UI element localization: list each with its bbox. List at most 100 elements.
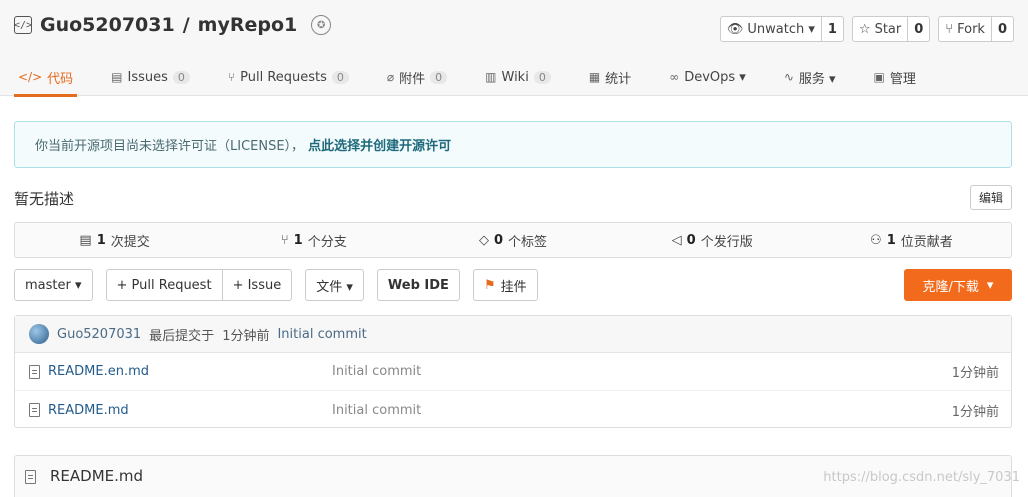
settings-doc-icon: ▣ bbox=[873, 70, 885, 84]
file-icon bbox=[29, 403, 40, 417]
widget-label: 挂件 bbox=[500, 279, 527, 295]
unwatch-button[interactable]: 👁 Unwatch ▾ bbox=[719, 16, 822, 42]
stat-value: 1 bbox=[96, 232, 106, 248]
tab-devops[interactable]: ∞ DevOps ▾ bbox=[665, 58, 750, 96]
new-pull-request-button[interactable]: + Pull Request bbox=[105, 269, 223, 301]
tab-stats[interactable]: ▦ 统计 bbox=[585, 58, 635, 96]
commit-icon: ▤ bbox=[79, 232, 92, 248]
repo-separator: / bbox=[182, 14, 190, 36]
tab-pull-requests[interactable]: ⑂ Pull Requests 0 bbox=[224, 58, 353, 96]
avatar[interactable] bbox=[29, 324, 49, 344]
fork-count[interactable]: 0 bbox=[991, 16, 1014, 42]
tab-count: 0 bbox=[533, 70, 551, 84]
chart-icon: ▦ bbox=[588, 70, 601, 84]
star-icon: ☆ bbox=[858, 21, 871, 37]
file-icon bbox=[29, 364, 40, 379]
license-notice: 你当前开源项目尚未选择许可证（LICENSE）， 点此选择并创建开源许可 bbox=[14, 121, 1012, 168]
tab-code[interactable]: </> 代码 bbox=[14, 58, 78, 97]
file-commit-link[interactable]: Initial commit bbox=[332, 403, 421, 418]
stat-releases[interactable]: ◁ 0 个发行版 bbox=[613, 231, 812, 250]
book-icon: ▥ bbox=[485, 70, 497, 84]
stat-value: 1 bbox=[886, 232, 896, 248]
repo-owner-link[interactable]: Guo5207031 bbox=[40, 14, 175, 36]
file-list: Guo5207031 最后提交于 1分钟前 Initial commit REA… bbox=[14, 315, 1012, 428]
commit-label: 最后提交于 bbox=[149, 328, 215, 344]
star-count[interactable]: 0 bbox=[908, 16, 931, 42]
file-name-link[interactable]: README.en.md bbox=[48, 364, 332, 379]
star-button[interactable]: ☆ Star bbox=[851, 16, 909, 42]
repo-actions: 👁 Unwatch ▾ 1 ☆ Star 0 ⑂ Fork 0 bbox=[719, 16, 1014, 42]
stat-tags[interactable]: ◇ 0 个标签 bbox=[413, 231, 612, 250]
file-icon bbox=[25, 470, 36, 484]
clone-label: 克隆/下载 bbox=[922, 279, 979, 295]
stat-commits[interactable]: ▤ 1 次提交 bbox=[15, 231, 214, 250]
repo-header: </> Guo5207031 / myRepo1 ✪ 👁 Unwatch ▾ 1 … bbox=[0, 0, 1028, 97]
stat-label: 个发行版 bbox=[700, 234, 753, 250]
branch-icon: ⑂ bbox=[280, 232, 289, 248]
files-dropdown[interactable]: 文件 ▾ bbox=[305, 269, 364, 301]
watch-count[interactable]: 1 bbox=[821, 16, 844, 42]
tab-attachments[interactable]: ⌀ 附件 0 bbox=[383, 58, 451, 96]
paperclip-icon: ⌀ bbox=[386, 70, 395, 84]
branch-select[interactable]: master ▾ bbox=[14, 269, 93, 301]
web-ide-button[interactable]: Web IDE bbox=[376, 269, 460, 301]
commit-time: 1分钟前 bbox=[222, 328, 270, 344]
watermark: https://blog.csdn.net/sly_7031 bbox=[823, 470, 1020, 485]
stat-contributors[interactable]: ⚇ 1 位贡献者 bbox=[812, 231, 1011, 250]
commit-message-link[interactable]: Initial commit bbox=[277, 327, 366, 342]
file-commit-link[interactable]: Initial commit bbox=[332, 364, 421, 379]
fork-button[interactable]: ⑂ Fork bbox=[938, 16, 992, 42]
repo-stats-bar: ▤ 1 次提交 ⑂ 1 个分支 ◇ 0 个标签 ◁ 0 个发行版 ⚇ 1 位贡献者 bbox=[14, 222, 1012, 258]
repo-toolbar: master ▾ + Pull Request + Issue 文件 ▾ Web… bbox=[14, 269, 1012, 301]
new-issue-button[interactable]: + Issue bbox=[222, 269, 293, 301]
tab-count: 0 bbox=[430, 70, 448, 84]
commit-author-link[interactable]: Guo5207031 bbox=[57, 327, 141, 342]
stat-label: 个分支 bbox=[307, 234, 347, 250]
bookmark-icon: ⚑ bbox=[483, 277, 496, 293]
file-row: README.en.md Initial commit 1分钟前 bbox=[15, 353, 1011, 391]
code-icon: </> bbox=[18, 70, 43, 84]
eye-icon: 👁 bbox=[726, 21, 744, 37]
clone-download-button[interactable]: 克隆/下载 ▾ bbox=[904, 269, 1012, 301]
create-license-link[interactable]: 点此选择并创建开源许可 bbox=[308, 135, 451, 154]
issues-icon: ▤ bbox=[111, 70, 123, 84]
repo-title: </> Guo5207031 / myRepo1 ✪ bbox=[14, 14, 332, 36]
release-icon: ◁ bbox=[671, 232, 682, 248]
pulse-icon: ∿ bbox=[783, 70, 794, 84]
tag-icon: ◇ bbox=[478, 232, 489, 248]
tab-label: 代码 bbox=[47, 71, 74, 87]
tab-label: Issues bbox=[127, 69, 168, 85]
license-text: 你当前开源项目尚未选择许可证（LICENSE）， bbox=[35, 139, 305, 154]
stat-value: 0 bbox=[493, 232, 504, 248]
repo-code-icon: </> bbox=[14, 16, 32, 34]
stat-value: 1 bbox=[293, 232, 303, 248]
recommend-badge-icon[interactable]: ✪ bbox=[311, 15, 332, 35]
last-commit-row: Guo5207031 最后提交于 1分钟前 Initial commit bbox=[15, 316, 1011, 353]
chevron-down-icon: ▾ bbox=[986, 277, 994, 293]
tab-services[interactable]: ∿ 服务 ▾ bbox=[780, 58, 840, 96]
tab-label: 统计 bbox=[605, 71, 632, 87]
tab-issues[interactable]: ▤ Issues 0 bbox=[107, 58, 194, 96]
stat-label: 次提交 bbox=[110, 234, 150, 250]
readme-title: README.md bbox=[50, 467, 144, 485]
star-label: Star bbox=[874, 21, 902, 37]
repo-nav-tabs: </> 代码 ▤ Issues 0 ⑂ Pull Requests 0 ⌀ 附件 0 ▥ Wik… bbox=[14, 58, 950, 97]
tab-wiki[interactable]: ▥ Wiki 0 bbox=[481, 58, 555, 96]
infinity-icon: ∞ bbox=[669, 70, 680, 84]
watch-group: 👁 Unwatch ▾ 1 bbox=[719, 16, 844, 42]
repo-description: 暂无描述 bbox=[14, 190, 75, 208]
tab-label: Pull Requests bbox=[240, 69, 327, 85]
stat-branches[interactable]: ⑂ 1 个分支 bbox=[214, 231, 413, 250]
unwatch-label: Unwatch ▾ bbox=[747, 21, 815, 37]
tab-label: 附件 bbox=[399, 71, 426, 87]
file-time: 1分钟前 bbox=[951, 366, 999, 381]
widget-button[interactable]: ⚑ 挂件 bbox=[472, 269, 538, 301]
repo-name-link[interactable]: myRepo1 bbox=[198, 14, 298, 36]
star-group: ☆ Star 0 bbox=[851, 16, 931, 42]
edit-description-button[interactable]: 编辑 bbox=[969, 185, 1012, 210]
tab-manage[interactable]: ▣ 管理 bbox=[870, 58, 920, 96]
pull-request-icon: ⑂ bbox=[227, 70, 236, 84]
file-name-link[interactable]: README.md bbox=[48, 403, 332, 418]
tab-count: 0 bbox=[172, 70, 190, 84]
file-row: README.md Initial commit 1分钟前 bbox=[15, 391, 1011, 429]
